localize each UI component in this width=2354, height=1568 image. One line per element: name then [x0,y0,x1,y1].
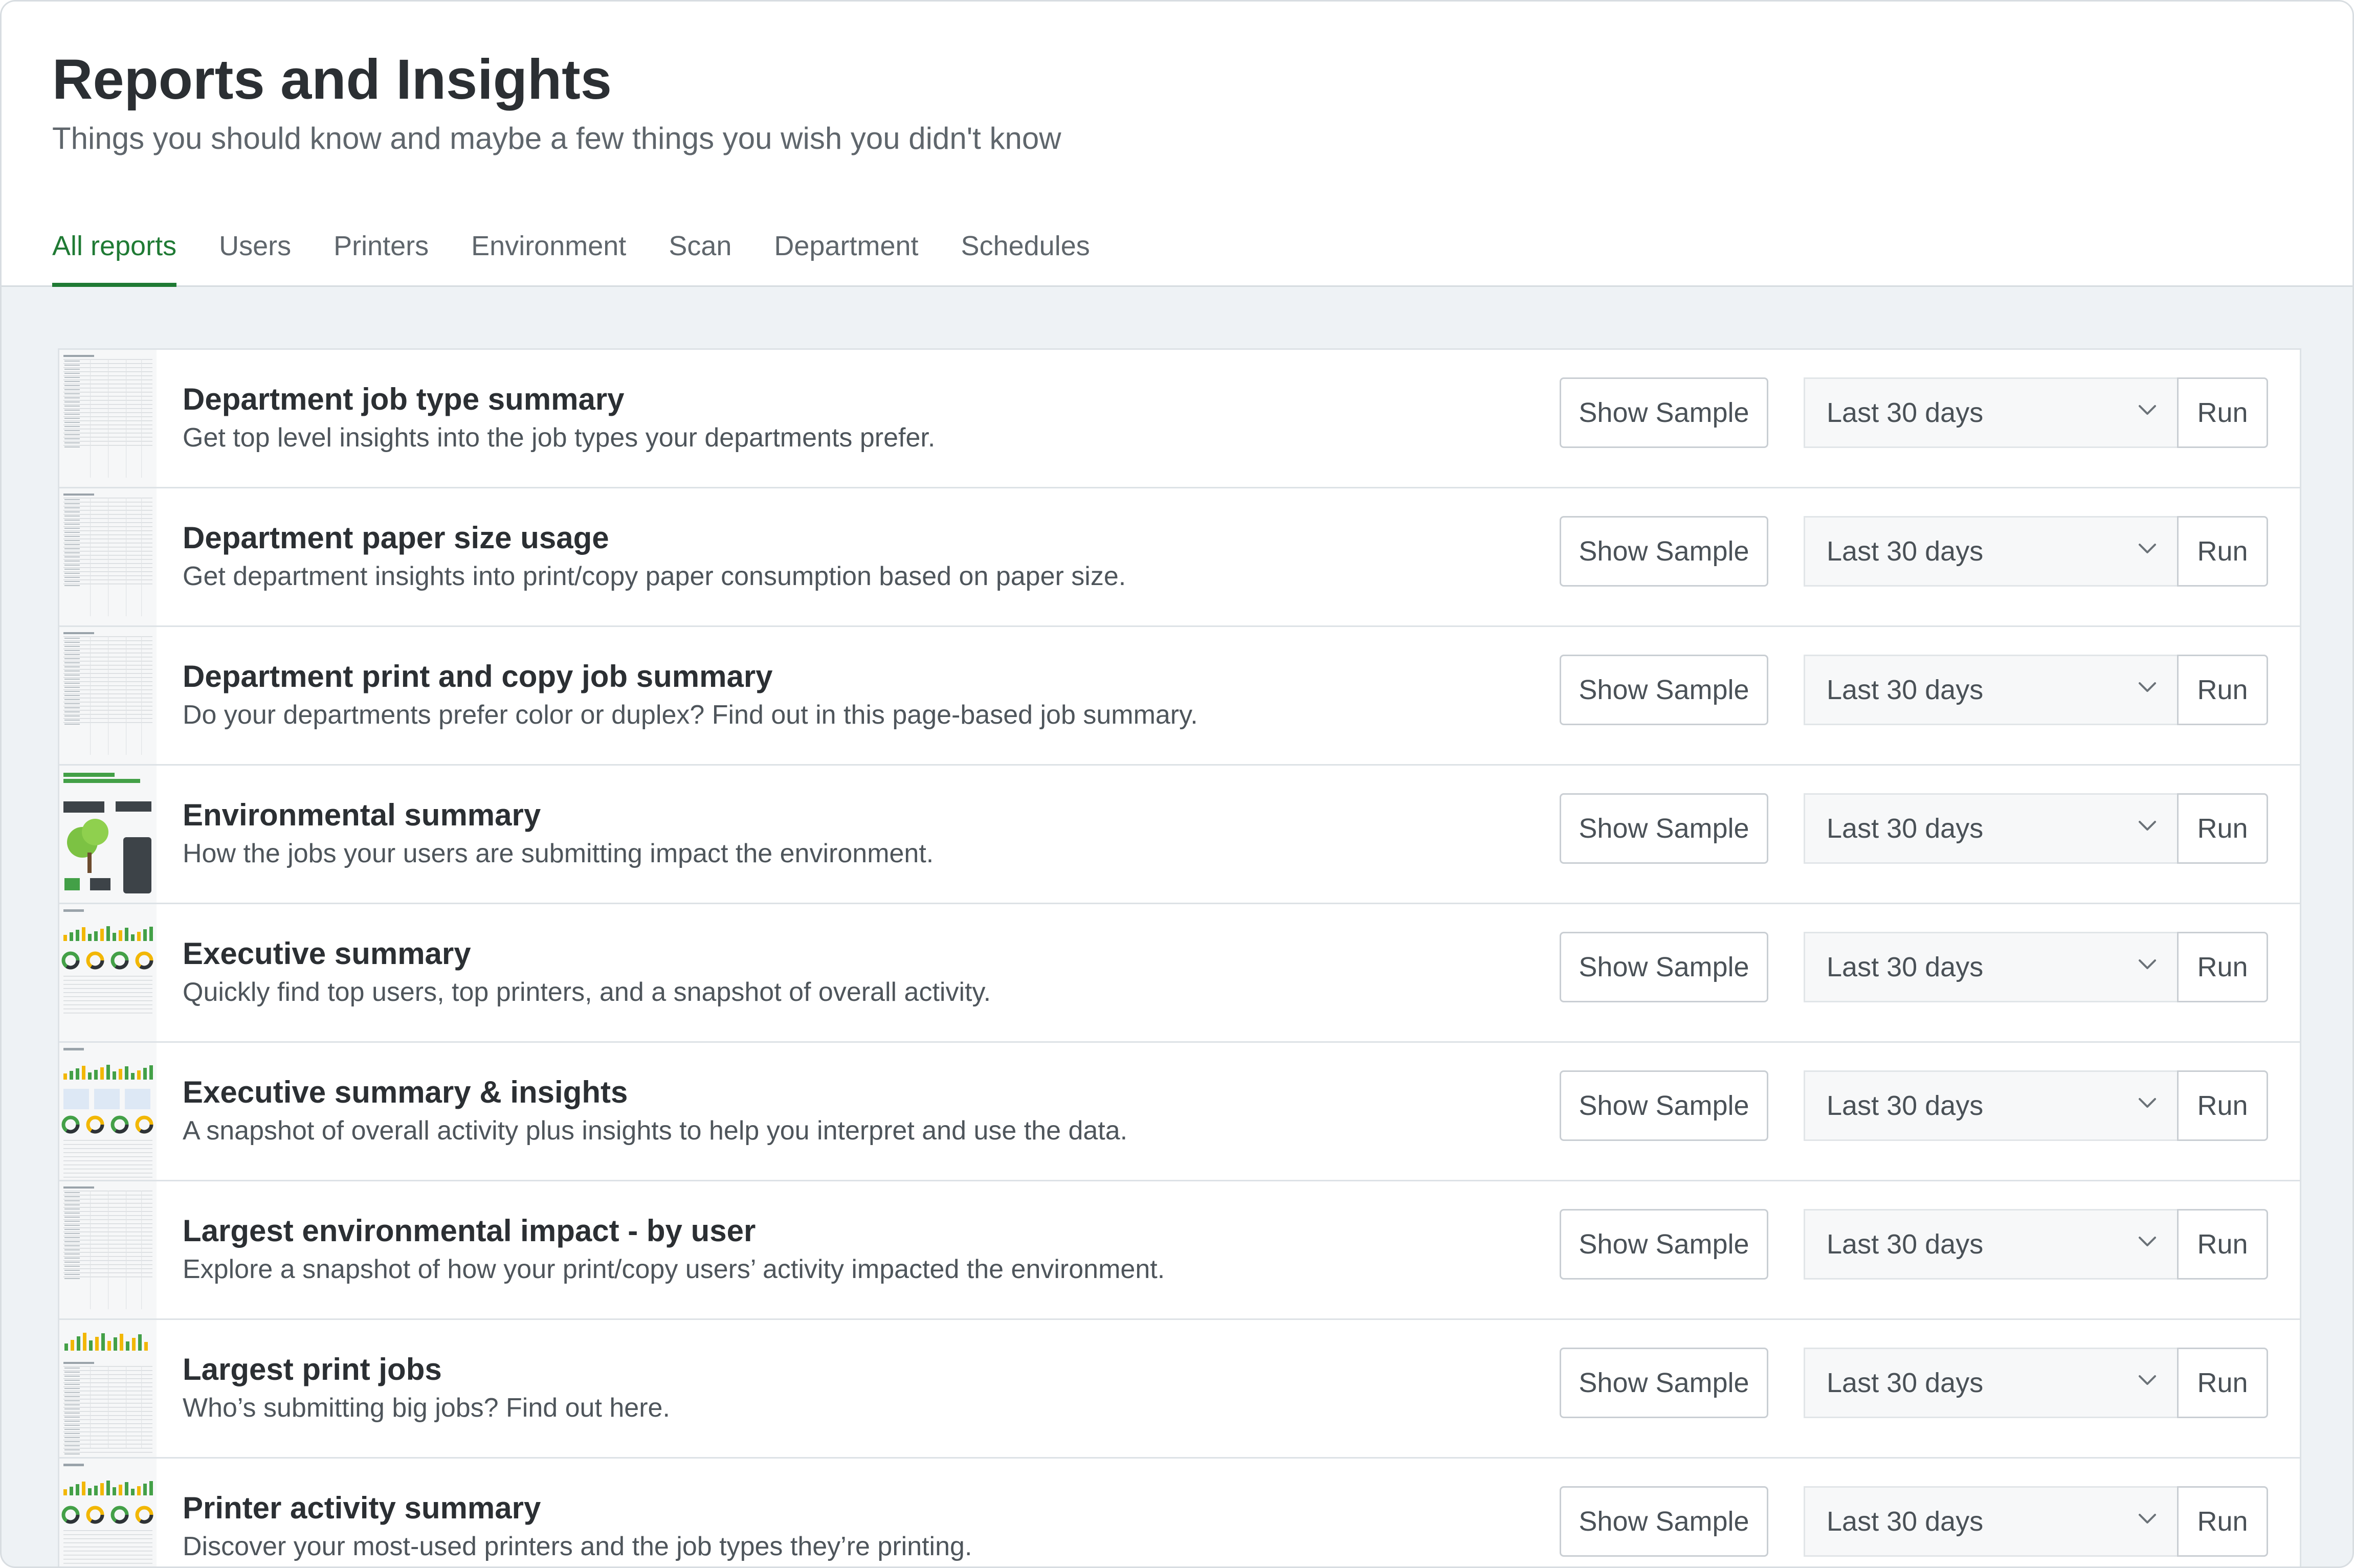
chevron-down-icon [2138,1236,2157,1250]
tab-scan[interactable]: Scan [669,227,731,287]
period-select[interactable]: Last 30 days [1804,1070,2179,1141]
run-button[interactable]: Run [2177,932,2268,1002]
tab-all-reports[interactable]: All reports [52,227,177,287]
report-description: How the jobs your users are submitting i… [183,839,934,868]
chevron-down-icon [2138,682,2157,696]
run-button[interactable]: Run [2177,655,2268,725]
report-row: Executive summary & insights A snapshot … [59,1043,2300,1181]
period-select[interactable]: Last 30 days [1804,1209,2179,1280]
report-title: Executive summary [183,936,471,971]
report-thumbnail [59,1181,157,1318]
report-thumbnail [59,904,157,1041]
page-subtitle: Things you should know and maybe a few t… [52,121,1061,155]
period-select-value: Last 30 days [1827,952,1984,982]
report-description: Explore a snapshot of how your print/cop… [183,1255,1165,1284]
report-title: Environmental summary [183,798,541,832]
period-select[interactable]: Last 30 days [1804,932,2179,1002]
show-sample-button[interactable]: Show Sample [1560,1209,1768,1280]
period-select-value: Last 30 days [1827,813,1984,844]
report-row: Executive summary Quickly find top users… [59,904,2300,1043]
report-row: Department print and copy job summary Do… [59,627,2300,766]
show-sample-button[interactable]: Show Sample [1560,793,1768,864]
period-select-value: Last 30 days [1827,675,1984,705]
period-select-value: Last 30 days [1827,1090,1984,1121]
report-row: Environmental summary How the jobs your … [59,766,2300,904]
show-sample-button[interactable]: Show Sample [1560,516,1768,587]
report-row: Department paper size usage Get departme… [59,488,2300,627]
report-thumbnail [59,766,157,903]
report-title: Department job type summary [183,382,625,416]
chevron-down-icon [2138,1097,2157,1111]
report-thumbnail [59,488,157,625]
chevron-down-icon [2138,1513,2157,1527]
period-select[interactable]: Last 30 days [1804,1348,2179,1418]
run-button[interactable]: Run [2177,1070,2268,1141]
run-button[interactable]: Run [2177,516,2268,587]
report-description: Who’s submitting big jobs? Find out here… [183,1393,670,1423]
period-select[interactable]: Last 30 days [1804,377,2179,448]
report-row: Largest environmental impact - by user E… [59,1181,2300,1320]
run-button[interactable]: Run [2177,1348,2268,1418]
show-sample-button[interactable]: Show Sample [1560,1348,1768,1418]
report-description: Quickly find top users, top printers, an… [183,977,991,1007]
report-title: Printer activity summary [183,1491,541,1525]
report-tabs: All reports Users Printers Environment S… [52,227,1132,287]
report-row: Department job type summary Get top leve… [59,350,2300,488]
report-thumbnail [59,1459,157,1566]
chevron-down-icon [2138,405,2157,418]
report-title: Department paper size usage [183,521,609,555]
show-sample-button[interactable]: Show Sample [1560,377,1768,448]
chevron-down-icon [2138,959,2157,973]
report-title: Largest print jobs [183,1352,442,1386]
report-row: Largest print jobs Who’s submitting big … [59,1320,2300,1459]
period-select-value: Last 30 days [1827,536,1984,567]
tab-schedules[interactable]: Schedules [961,227,1090,287]
chevron-down-icon [2138,820,2157,834]
report-title: Executive summary & insights [183,1075,628,1109]
report-thumbnail [59,1043,157,1180]
tab-department[interactable]: Department [774,227,918,287]
tab-environment[interactable]: Environment [471,227,626,287]
show-sample-button[interactable]: Show Sample [1560,1070,1768,1141]
period-select[interactable]: Last 30 days [1804,1486,2179,1557]
period-select[interactable]: Last 30 days [1804,655,2179,725]
report-title: Largest environmental impact - by user [183,1214,756,1248]
run-button[interactable]: Run [2177,377,2268,448]
run-button[interactable]: Run [2177,1209,2268,1280]
page-header: Reports and Insights Things you should k… [2,2,2352,287]
tab-printers[interactable]: Printers [334,227,429,287]
report-thumbnail [59,627,157,764]
report-description: Do your departments prefer color or dupl… [183,700,1198,730]
report-description: Get top level insights into the job type… [183,423,936,453]
show-sample-button[interactable]: Show Sample [1560,932,1768,1002]
page-title: Reports and Insights [52,48,612,111]
period-select-value: Last 30 days [1827,1506,1984,1537]
show-sample-button[interactable]: Show Sample [1560,655,1768,725]
report-thumbnail [59,1320,157,1457]
report-description: Discover your most-used printers and the… [183,1532,972,1561]
run-button[interactable]: Run [2177,1486,2268,1557]
chevron-down-icon [2138,543,2157,557]
report-title: Department print and copy job summary [183,659,773,693]
report-list: Department job type summary Get top leve… [58,348,2301,1566]
report-description: Get department insights into print/copy … [183,562,1126,591]
report-row: Printer activity summary Discover your m… [59,1459,2300,1566]
report-description: A snapshot of overall activity plus insi… [183,1116,1128,1146]
period-select-value: Last 30 days [1827,397,1984,428]
app-window: Reports and Insights Things you should k… [0,0,2354,1568]
report-thumbnail [59,350,157,487]
period-select[interactable]: Last 30 days [1804,516,2179,587]
period-select-value: Last 30 days [1827,1229,1984,1260]
period-select[interactable]: Last 30 days [1804,793,2179,864]
chevron-down-icon [2138,1375,2157,1388]
period-select-value: Last 30 days [1827,1368,1984,1398]
tab-users[interactable]: Users [219,227,291,287]
show-sample-button[interactable]: Show Sample [1560,1486,1768,1557]
run-button[interactable]: Run [2177,793,2268,864]
